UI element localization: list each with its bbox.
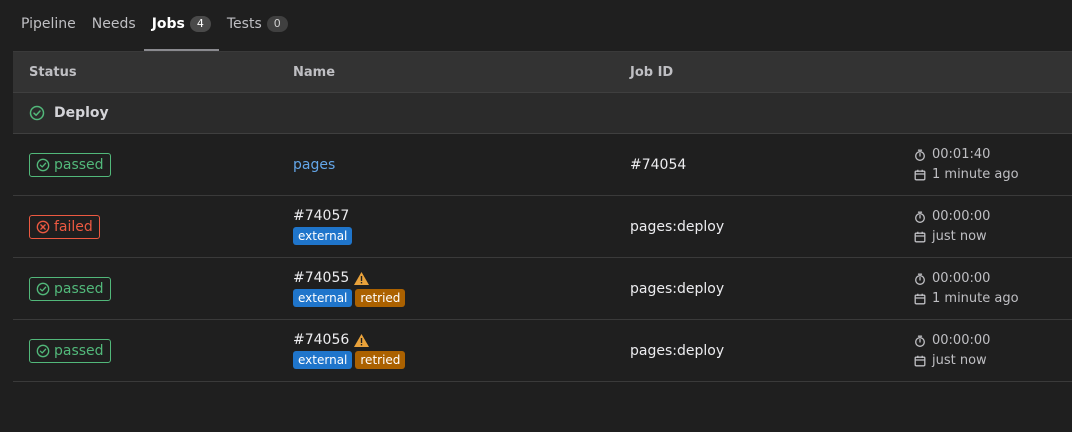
warning-icon	[353, 271, 370, 286]
tab-label: Jobs	[151, 16, 185, 32]
status-badge[interactable]: passed	[29, 338, 111, 363]
table-row: passed #74056 external retried pages:deploy 0…	[13, 320, 1072, 382]
label-retried: retried	[355, 351, 406, 369]
duration-cell: 00:01:40 1 minute ago	[914, 134, 1019, 195]
label-external: external	[293, 227, 353, 245]
duration-cell: 00:00:00 just now	[914, 320, 990, 381]
job-name-text[interactable]: #74057	[293, 208, 349, 224]
duration-cell: 00:00:00 just now	[914, 196, 990, 257]
tab-label: Tests	[226, 16, 262, 32]
job-name: #74056	[293, 332, 405, 348]
job-id[interactable]: pages:deploy	[630, 343, 724, 359]
status-label: passed	[54, 280, 104, 297]
jobs-table: Status Name Job ID Deploy passed pages #74…	[13, 52, 1072, 382]
table-row: passed pages #74054 00:01:40 1 minute ago	[13, 134, 1072, 196]
warning-icon	[353, 333, 370, 348]
job-id-cell: pages:deploy	[630, 320, 724, 381]
job-labels: external	[293, 227, 353, 245]
label-retried: retried	[355, 289, 406, 307]
tab-jobs[interactable]: Jobs 4	[143, 0, 219, 51]
status-label: passed	[54, 156, 104, 173]
duration: 00:01:40	[932, 146, 991, 162]
job-id[interactable]: pages:deploy	[630, 281, 724, 297]
status-success-icon	[36, 282, 50, 296]
tab-bar: Pipeline Needs Jobs 4 Tests 0	[13, 0, 1072, 52]
status-cell: passed	[29, 320, 111, 381]
table-row: passed #74055 external retried pages:deploy 0…	[13, 258, 1072, 320]
stage-name: Deploy	[54, 105, 109, 121]
job-id-cell: pages:deploy	[630, 258, 724, 319]
status-cell: failed	[29, 196, 100, 257]
name-cell: #74055 external retried	[293, 258, 406, 319]
tab-tests[interactable]: Tests 0	[219, 0, 296, 51]
finished-time: 1 minute ago	[932, 290, 1019, 306]
duration: 00:00:00	[932, 208, 991, 224]
name-cell: #74057 external	[293, 196, 353, 257]
job-name-link[interactable]: pages	[293, 157, 335, 173]
status-cell: passed	[29, 258, 111, 319]
duration: 00:00:00	[932, 332, 991, 348]
job-id-cell: #74054	[630, 134, 686, 195]
header-status: Status	[29, 65, 77, 80]
timer-icon	[914, 149, 926, 161]
stage-group-deploy: Deploy	[13, 93, 1072, 134]
job-id[interactable]: pages:deploy	[630, 219, 724, 235]
duration-cell: 00:00:00 1 minute ago	[914, 258, 1019, 319]
tab-count-badge: 0	[266, 16, 288, 32]
job-id-cell: pages:deploy	[630, 196, 724, 257]
table-header: Status Name Job ID	[13, 52, 1072, 93]
status-badge[interactable]: passed	[29, 276, 111, 301]
timer-icon	[914, 273, 926, 285]
job-labels: external retried	[293, 351, 406, 369]
tab-needs[interactable]: Needs	[84, 0, 144, 51]
status-success-icon	[29, 105, 45, 121]
finished-time: just now	[932, 228, 987, 244]
label-external: external	[293, 289, 353, 307]
job-labels: external retried	[293, 289, 406, 307]
status-success-icon	[36, 344, 50, 358]
job-name: #74057	[293, 208, 352, 224]
status-label: passed	[54, 342, 104, 359]
name-cell: #74056 external retried	[293, 320, 406, 381]
timer-icon	[914, 335, 926, 347]
status-badge[interactable]: passed	[29, 152, 111, 177]
status-success-icon	[36, 158, 50, 172]
finished-time: just now	[932, 352, 987, 368]
status-label: failed	[54, 218, 93, 235]
name-cell: pages	[293, 134, 335, 195]
header-name: Name	[293, 65, 336, 80]
timer-icon	[914, 211, 926, 223]
tab-label: Needs	[91, 16, 136, 32]
status-failed-icon	[36, 220, 50, 234]
job-name: #74055	[293, 270, 405, 286]
label-external: external	[293, 351, 353, 369]
tab-label: Pipeline	[21, 16, 76, 32]
tab-pipeline[interactable]: Pipeline	[13, 0, 84, 51]
calendar-icon	[914, 293, 926, 305]
calendar-icon	[914, 231, 926, 243]
header-job-id: Job ID	[630, 65, 674, 80]
duration: 00:00:00	[932, 270, 991, 286]
calendar-icon	[914, 355, 926, 367]
status-badge[interactable]: failed	[29, 214, 100, 239]
job-name-text[interactable]: #74056	[293, 332, 349, 348]
table-row: failed #74057 external pages:deploy 00:00:00…	[13, 196, 1072, 258]
status-cell: passed	[29, 134, 111, 195]
tab-count-badge: 4	[189, 16, 211, 32]
finished-time: 1 minute ago	[932, 166, 1019, 182]
calendar-icon	[914, 169, 926, 181]
job-id: #74054	[630, 156, 687, 173]
job-name-text[interactable]: #74055	[293, 270, 349, 286]
